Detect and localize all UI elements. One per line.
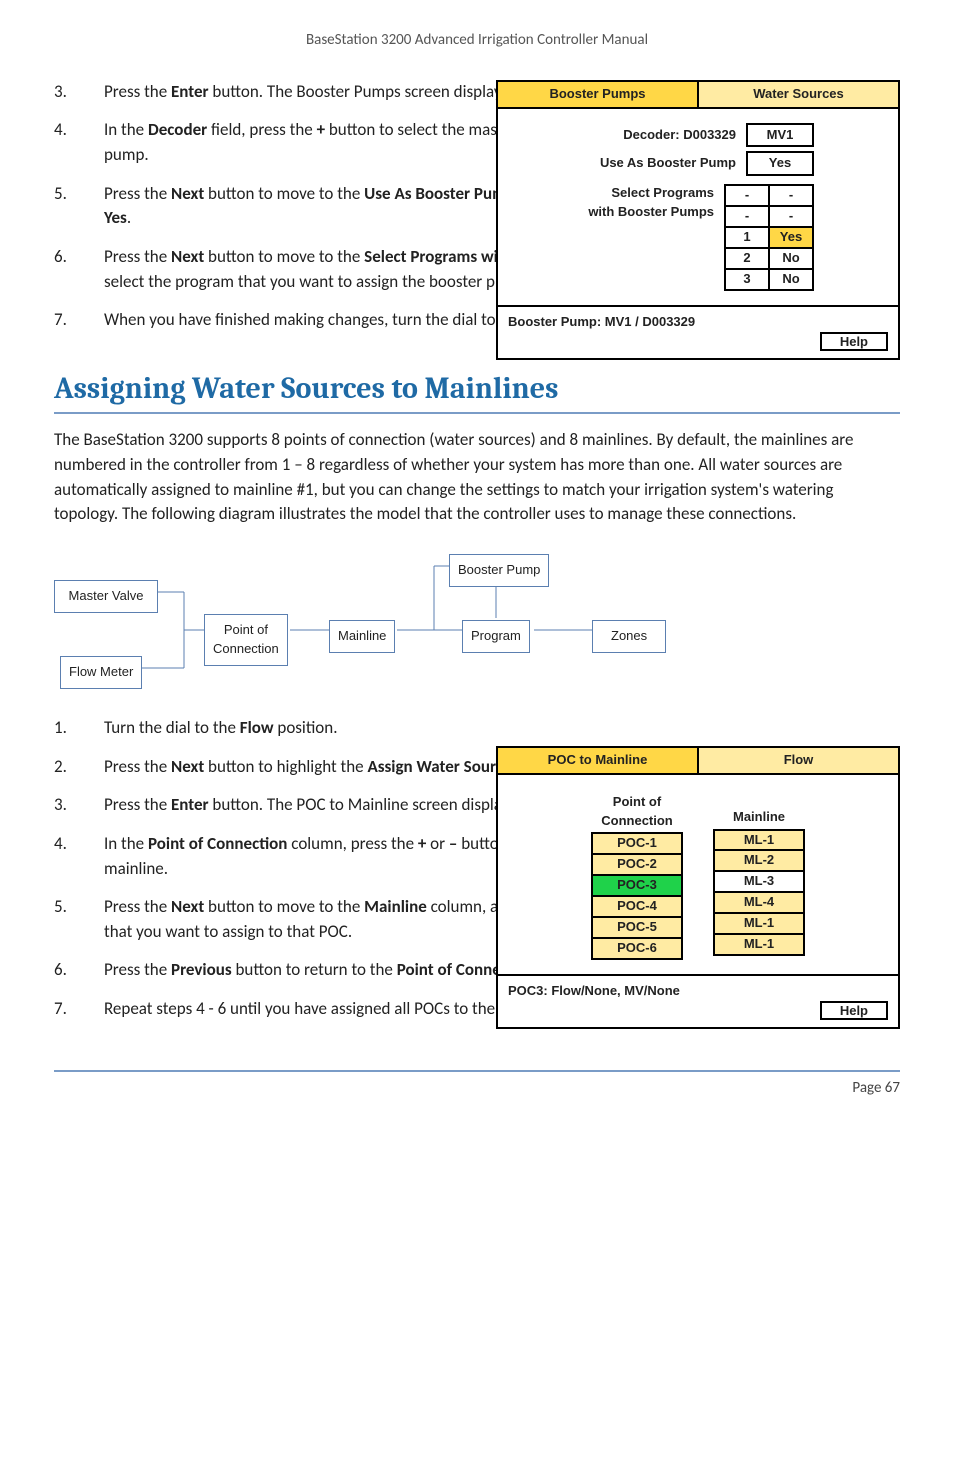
page-number: Page 67 — [54, 1078, 900, 1100]
diagram-program: Program — [462, 620, 530, 653]
poc-col1-title: Point ofConnection — [591, 793, 683, 831]
help-button: Help — [820, 1001, 888, 1020]
section-divider — [54, 412, 900, 414]
page-header: BaseStation 3200 Advanced Irrigation Con… — [54, 30, 900, 52]
booster-programs-table: -- -- 1Yes 2No 3No — [724, 184, 814, 290]
diagram-point-of-connection: Point ofConnection — [204, 614, 288, 666]
booster-pumps-screenshot: Booster Pumps Water Sources Decoder: D00… — [496, 80, 900, 360]
diagram-zones: Zones — [592, 620, 666, 653]
use-as-booster-value: Yes — [746, 151, 814, 176]
tab-flow: Flow — [699, 748, 898, 773]
diagram-flow-meter: Flow Meter — [60, 656, 142, 689]
section-title: Assigning Water Sources to Mainlines — [54, 367, 900, 411]
decoder-label: Decoder: D003329 — [512, 126, 746, 145]
tab-booster-pumps: Booster Pumps — [498, 82, 697, 107]
diagram-booster-pump: Booster Pump — [449, 554, 549, 587]
help-button: Help — [820, 332, 888, 351]
poc-table: POC-1 POC-2 POC-3 POC-4 POC-5 POC-6 — [591, 832, 683, 959]
diagram-mainline: Mainline — [329, 620, 395, 653]
tab-poc-mainline: POC to Mainline — [498, 748, 697, 773]
poc-footer-label: POC3: Flow/None, MV/None — [508, 982, 888, 1001]
diagram-master-valve: Master Valve — [54, 580, 158, 613]
select-programs-label: Select Programswith Booster Pumps — [512, 184, 724, 222]
use-as-booster-label: Use As Booster Pump — [512, 154, 746, 173]
decoder-value: MV1 — [746, 123, 814, 148]
mainline-table: ML-1 ML-2 ML-3 ML-4 ML-1 ML-1 — [713, 829, 805, 956]
poc-col2-title: Mainline — [713, 808, 805, 827]
topology-diagram: Master Valve Flow Meter Point ofConnecti… — [54, 544, 900, 694]
footer-divider — [54, 1070, 900, 1072]
section-paragraph: The BaseStation 3200 supports 8 points o… — [54, 428, 900, 527]
tab-water-sources: Water Sources — [699, 82, 898, 107]
booster-footer-label: Booster Pump: MV1 / D003329 — [508, 313, 888, 332]
poc-mainline-screenshot: POC to Mainline Flow Point ofConnection … — [496, 746, 900, 1029]
